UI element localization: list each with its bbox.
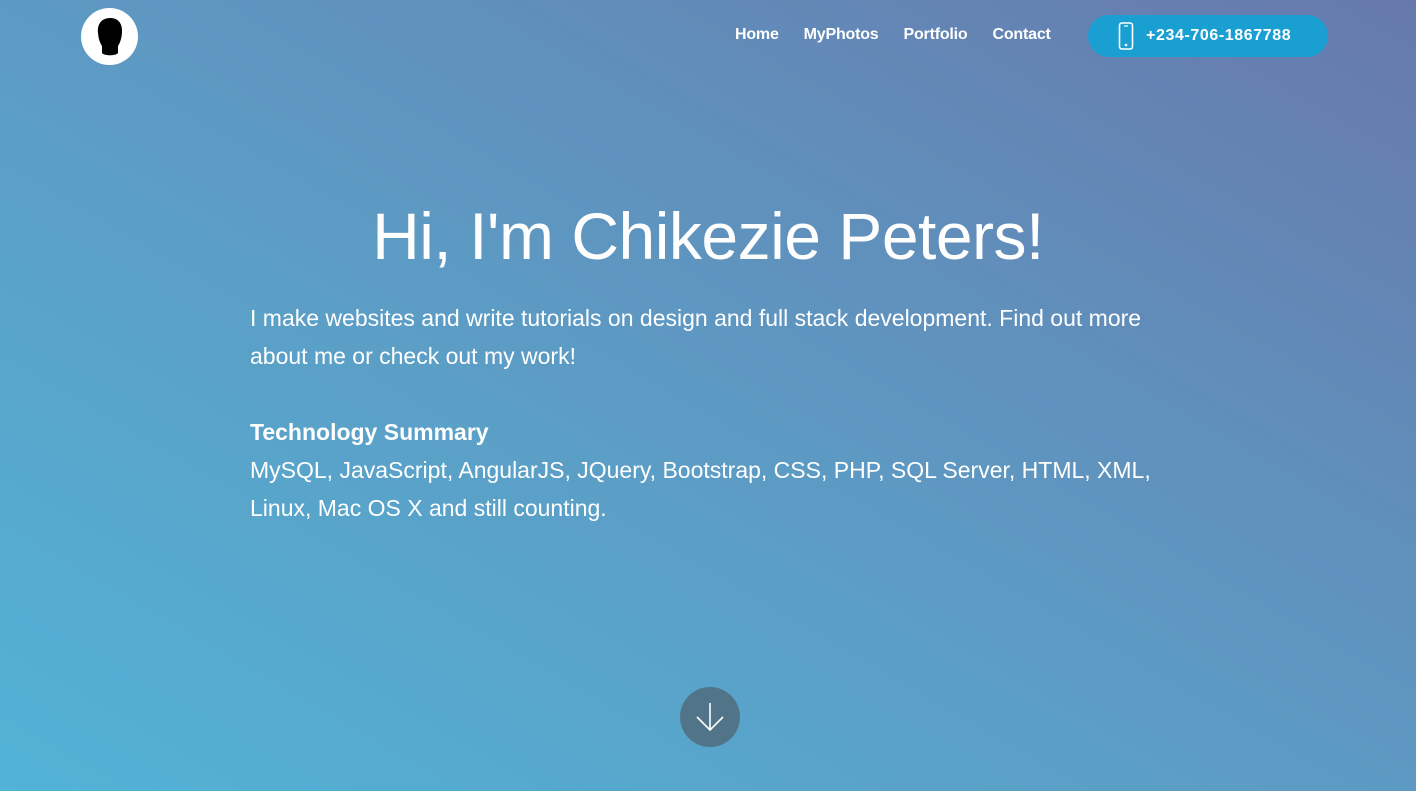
- tech-summary-list: MySQL, JavaScript, AngularJS, JQuery, Bo…: [250, 457, 1151, 521]
- mobile-phone-icon: [1118, 22, 1134, 50]
- nav-item-contact[interactable]: Contact: [992, 25, 1050, 45]
- main-nav: Home MyPhotos Portfolio Contact: [735, 25, 1076, 45]
- scroll-down-button[interactable]: [680, 687, 740, 747]
- avatar-silhouette-icon: [97, 17, 122, 55]
- nav-item-myphotos[interactable]: MyPhotos: [804, 25, 879, 45]
- arrow-down-icon: [696, 703, 724, 732]
- nav-item-home[interactable]: Home: [735, 25, 779, 45]
- intro-text: I make websites and write tutorials on d…: [250, 305, 1142, 369]
- nav-item-portfolio[interactable]: Portfolio: [904, 25, 968, 45]
- hero-content: I make websites and write tutorials on d…: [250, 299, 1170, 527]
- page: Home MyPhotos Portfolio Contact +234-706…: [0, 0, 1416, 791]
- tech-summary-heading: Technology Summary: [250, 419, 489, 445]
- logo-avatar[interactable]: [81, 8, 138, 65]
- phone-button[interactable]: +234-706-1867788: [1088, 15, 1328, 57]
- hero-title: Hi, I'm Chikezie Peters!: [372, 199, 1044, 273]
- phone-number-label: +234-706-1867788: [1146, 27, 1292, 44]
